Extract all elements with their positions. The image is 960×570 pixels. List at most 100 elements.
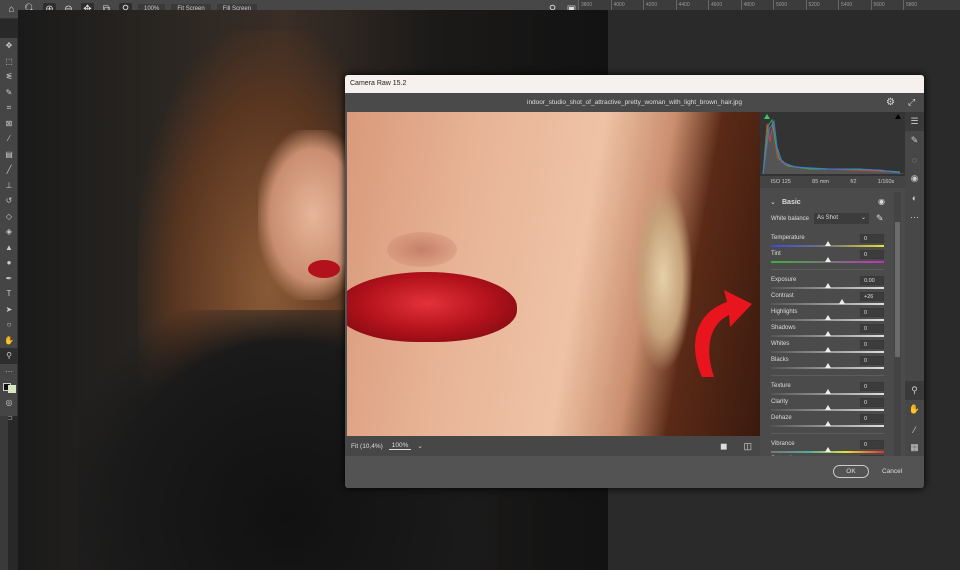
blur-tool-icon[interactable]: ▲: [0, 240, 18, 256]
slider-track[interactable]: [771, 299, 884, 305]
frame-tool-icon[interactable]: ⊠: [0, 116, 18, 132]
slider-label: Shadows: [771, 325, 796, 331]
before-after-icon[interactable]: ◫: [735, 441, 760, 452]
dialog-footer: OK Cancel: [345, 456, 924, 488]
healing-icon[interactable]: ✎: [905, 131, 924, 150]
move-tool-icon[interactable]: ✥: [0, 38, 18, 54]
slider-thumb[interactable]: [824, 347, 831, 352]
masking-icon[interactable]: ◌: [905, 150, 924, 169]
zoom-dropdown-icon[interactable]: ⌄: [411, 442, 428, 450]
slider-value-input[interactable]: +26: [860, 292, 884, 301]
quick-mask-icon[interactable]: ◎: [0, 395, 18, 411]
slider-value-input[interactable]: 0: [860, 234, 884, 243]
slider-track[interactable]: [771, 363, 884, 369]
slider-label: Tint: [771, 251, 781, 257]
marquee-tool-icon[interactable]: ⬚: [0, 54, 18, 70]
slider-track[interactable]: [771, 241, 884, 247]
zoom-tool-icon[interactable]: ⚲: [0, 348, 18, 364]
red-eye-icon[interactable]: ◉: [905, 169, 924, 188]
edit-sliders-icon[interactable]: ☰: [905, 112, 924, 131]
ruler-tick: 3800: [578, 0, 611, 10]
color-sampler-icon[interactable]: ⁄: [905, 420, 924, 439]
horizontal-ruler: 3800 4000 4200 4400 4600 4800 5000 5200 5400 5600…: [578, 0, 960, 10]
eyedropper-icon[interactable]: ⁄: [0, 131, 18, 147]
slider-value-input[interactable]: 0: [860, 382, 884, 391]
slider-value-input[interactable]: 0: [860, 324, 884, 333]
slider-thumb[interactable]: [824, 241, 831, 246]
slider-track[interactable]: [771, 405, 884, 411]
photo-lips: [308, 260, 340, 278]
crop-tool-icon[interactable]: ⌗: [0, 100, 18, 116]
slider-label: Exposure: [771, 277, 797, 283]
slider-thumb[interactable]: [824, 331, 831, 336]
slider-track[interactable]: [771, 347, 884, 353]
lasso-tool-icon[interactable]: ᓬ: [0, 69, 18, 85]
slider-track[interactable]: [771, 421, 884, 427]
eraser-icon[interactable]: ◇: [0, 209, 18, 225]
slider-value-input[interactable]: 0: [860, 440, 884, 449]
grid-icon[interactable]: ▦: [905, 438, 924, 457]
hand-icon[interactable]: ✋: [905, 400, 924, 419]
scrollbar-thumb[interactable]: [895, 222, 900, 357]
slider-value-input[interactable]: 0: [860, 414, 884, 423]
red-arrow-icon: [695, 290, 752, 377]
image-preview[interactable]: [347, 112, 760, 436]
more-icon[interactable]: ···: [905, 207, 924, 226]
histogram: [760, 112, 905, 176]
stamp-tool-icon[interactable]: ⊥: [0, 178, 18, 194]
quick-select-icon[interactable]: ✎: [0, 85, 18, 101]
eyedropper-icon[interactable]: ✎: [876, 213, 884, 224]
slider-value-input[interactable]: 0: [860, 308, 884, 317]
color-swatches[interactable]: [0, 379, 18, 395]
visibility-eye-icon[interactable]: ◉: [878, 197, 885, 206]
slider-value-input[interactable]: 0: [860, 250, 884, 259]
photo-nose: [387, 232, 457, 267]
fullscreen-icon[interactable]: ⤢: [908, 93, 915, 112]
section-basic[interactable]: Basic: [782, 199, 801, 206]
slider-thumb[interactable]: [824, 363, 831, 368]
slider-thumb[interactable]: [824, 447, 831, 452]
slider-track[interactable]: [771, 331, 884, 337]
path-select-icon[interactable]: ➤: [0, 302, 18, 318]
cancel-button[interactable]: Cancel: [882, 468, 902, 475]
type-tool-icon[interactable]: T: [0, 286, 18, 302]
slider-thumb[interactable]: [824, 315, 831, 320]
slider-track[interactable]: [771, 447, 884, 453]
brush-tool-icon[interactable]: ╱: [0, 162, 18, 178]
ok-button[interactable]: OK: [833, 465, 869, 478]
slider-track[interactable]: [771, 283, 884, 289]
zoom-100-button[interactable]: 100%: [388, 442, 412, 450]
collapse-chevron-icon[interactable]: ⌄: [770, 198, 776, 206]
home-icon[interactable]: ⌂: [5, 3, 18, 16]
slider-thumb[interactable]: [824, 421, 831, 426]
slider-track[interactable]: [771, 389, 884, 395]
white-balance-select[interactable]: As Shot ⌄: [814, 213, 869, 224]
vertical-ruler: [0, 416, 8, 570]
slider-thumb[interactable]: [824, 405, 831, 410]
chevron-down-icon: ⌄: [860, 215, 866, 221]
slider-value-input[interactable]: 0: [860, 340, 884, 349]
fit-zoom-button[interactable]: Fit (10,4%): [345, 443, 389, 450]
history-brush-icon[interactable]: ↺: [0, 193, 18, 209]
more-tools-icon[interactable]: ···: [0, 364, 18, 380]
shape-tool-icon[interactable]: ○: [0, 317, 18, 333]
healing-brush-icon[interactable]: ▤: [0, 147, 18, 163]
presets-icon[interactable]: ◐: [905, 188, 924, 207]
slider-thumb[interactable]: [824, 257, 831, 262]
slider-thumb[interactable]: [839, 299, 846, 304]
slider-thumb[interactable]: [824, 283, 831, 288]
pen-tool-icon[interactable]: ✒: [0, 271, 18, 287]
slider-track[interactable]: [771, 315, 884, 321]
slider-value-input[interactable]: 0.00: [860, 276, 884, 285]
dodge-tool-icon[interactable]: ●: [0, 255, 18, 271]
hand-tool-icon[interactable]: ✋: [0, 333, 18, 349]
zoom-icon[interactable]: ⚲: [905, 381, 924, 400]
gear-icon[interactable]: ⚙: [886, 93, 895, 112]
slider-value-input[interactable]: 0: [860, 356, 884, 365]
slider-label: Temperature: [771, 235, 805, 241]
paint-bucket-icon[interactable]: ◈: [0, 224, 18, 240]
preview-mode-icon[interactable]: ◼: [712, 441, 735, 452]
slider-thumb[interactable]: [824, 389, 831, 394]
slider-value-input[interactable]: 0: [860, 398, 884, 407]
slider-track[interactable]: [771, 257, 884, 263]
